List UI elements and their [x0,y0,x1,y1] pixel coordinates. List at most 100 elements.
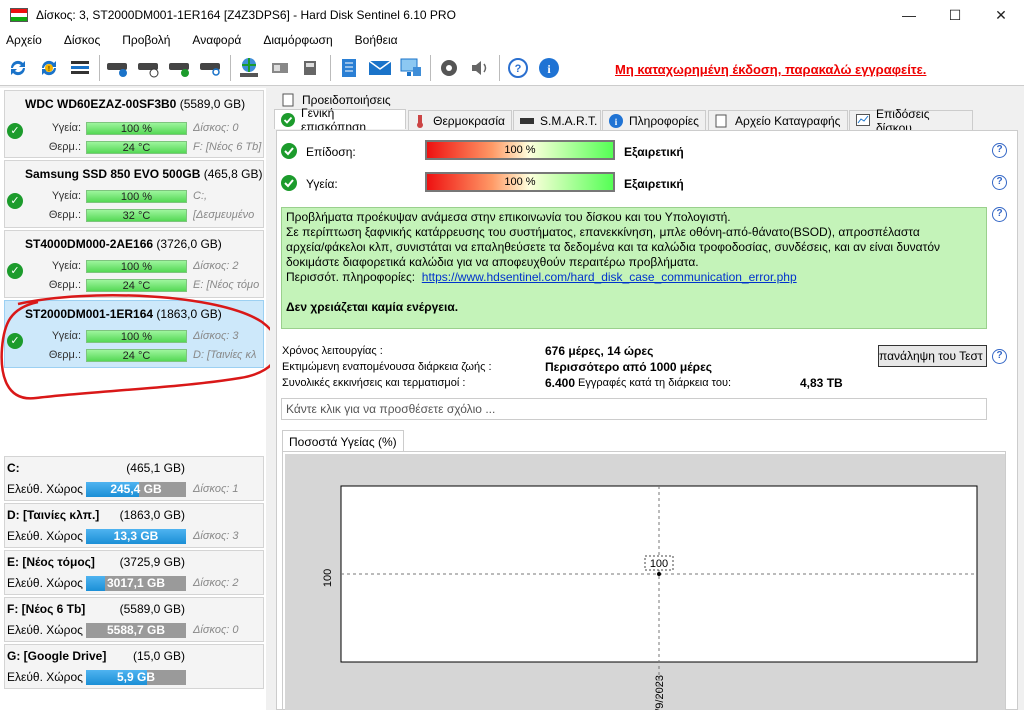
help-icon[interactable]: ? [992,207,1007,222]
menu-bar: Αρχείο Δίσκος Προβολή Αναφορά Διαμόρφωση… [0,30,1024,50]
retest-button[interactable]: Επανάληψη του Τεστ [878,345,987,367]
uptime-value: 676 μέρες, 14 ώρες [545,344,654,358]
toolbar-separator [499,54,500,81]
report-icon[interactable] [335,54,362,82]
temp-label: Θερμ.: [48,279,81,291]
tab-temperature[interactable]: Θερμοκρασία [408,110,512,130]
volume-item-2[interactable]: E: [Νέος τόμος] (3725,9 GB) Ελεύθ. Χώρος… [4,550,264,595]
disk-item-2[interactable]: ST4000DM000-2AE166 (3726,0 GB) ✓ Υγεία: … [4,230,264,298]
tab-health-chart[interactable]: Ποσοστά Υγείας (%) [282,430,404,452]
help-icon[interactable]: ? [992,143,1007,158]
volume-capacity: (465,1 GB) [126,461,185,475]
health-rating: Εξαιρετική [624,177,684,191]
menu-disk[interactable]: Δίσκος [64,33,100,47]
page-icon [282,93,296,107]
health-bar: 100 % [86,260,187,273]
help-icon[interactable]: ? [504,54,531,82]
volume-capacity: (15,0 GB) [132,649,185,663]
help-icon[interactable]: ? [992,175,1007,190]
performance-rating: Εξαιρετική [624,145,684,159]
disk-item-0[interactable]: WDC WD60EZAZ-00SF3B0 (5589,0 GB) ✓ Υγεία… [4,90,264,158]
disk-test-icon[interactable] [104,54,131,82]
menu-report[interactable]: Αναφορά [192,33,241,47]
info-icon[interactable]: i [535,54,562,82]
free-space-label: Ελεύθ. Χώρος [7,529,83,543]
performance-bar: 100 % [425,140,615,160]
health-label: Υγεία: [51,190,81,202]
written-label: Εγγραφές κατά τη διάρκεια του: [578,377,732,389]
disk-name: ST4000DM000-2AE166 (3726,0 GB) [25,237,222,251]
message-line: Προβλήματα προέκυψαν ανάμεσα στην επικοι… [286,210,731,224]
check-ok-icon [281,112,295,127]
window-title: Δίσκος: 3, ST2000DM001-1ER164 [Z4Z3DPS6]… [36,8,456,22]
comment-input[interactable]: Κάντε κλικ για να προσθέσετε σχόλιο ... [281,398,987,420]
minimize-button[interactable]: — [886,0,932,30]
menu-configuration[interactable]: Διαμόρφωση [263,33,332,47]
sound-icon[interactable] [466,54,493,82]
close-button[interactable]: ✕ [978,0,1024,30]
tab-overview[interactable]: Γενική επισκόπηση [274,106,406,134]
drive-letter: F: [Νέος 6 Tb] [193,141,262,153]
disk-number: C:, [193,190,208,202]
disk-usb-icon[interactable] [297,54,324,82]
network-icon[interactable] [235,54,262,82]
title-bar: Δίσκος: 3, ST2000DM001-1ER164 [Z4Z3DPS6]… [0,0,1024,30]
toolbar-separator [99,54,100,81]
disk-sync-icon[interactable] [266,54,293,82]
refresh-icon[interactable] [4,54,31,82]
temp-label: Θερμ.: [48,209,81,221]
svg-text:?: ? [514,63,521,75]
status-message-box: Προβλήματα προέκυψαν ανάμεσα στην επικοι… [281,207,987,329]
health-label: Υγεία: [51,122,81,134]
volume-disk: Δίσκος: 0 [193,624,239,636]
menu-view[interactable]: Προβολή [122,33,170,47]
tab-information[interactable]: i Πληροφορίες [602,110,706,130]
drive-letter: [Δεσμευμένο [193,209,255,221]
lifetime-value: Περισσότερο από 1000 μέρες [545,360,713,374]
health-bar: 100 % [86,190,187,203]
health-chart: 100 30/9/2023 100 [285,454,1005,710]
menu-help[interactable]: Βοήθεια [355,33,398,47]
health-label: Υγεία: [306,177,338,191]
email-icon[interactable] [366,54,393,82]
more-info-link[interactable]: https://www.hdsentinel.com/hard_disk_cas… [422,270,797,284]
volume-item-1[interactable]: D: [Ταινίες κλπ.] (1863,0 GB) Ελεύθ. Χώρ… [4,503,264,548]
tab-log[interactable]: Αρχείο Καταγραφής [708,110,848,130]
free-space-bar: 5,9 GB [86,670,186,685]
tab-smart[interactable]: S.M.A.R.T. [513,110,601,130]
uptime-label: Χρόνος λειτουργίας : [282,345,383,357]
message-line: Σε περίπτωση ξαφνικής κατάρρευσης του συ… [286,225,920,239]
health-bar: 100 % [425,172,615,192]
menu-file[interactable]: Αρχείο [6,33,42,47]
disk-item-1[interactable]: Samsung SSD 850 EVO 500GB (465,8 GB) ✓ Υ… [4,160,264,228]
disk-name: Samsung SSD 850 EVO 500GB (465,8 GB) [25,167,263,181]
volume-item-3[interactable]: F: [Νέος 6 Tb] (5589,0 GB) Ελεύθ. Χώρος … [4,597,264,642]
registration-notice-link[interactable]: Μη καταχωρημένη έκδοση, παρακαλώ εγγραφε… [615,62,926,77]
volume-item-4[interactable]: G: [Google Drive] (15,0 GB) Ελεύθ. Χώρος… [4,644,264,689]
disk-list-panel: WDC WD60EZAZ-00SF3B0 (5589,0 GB) ✓ Υγεία… [0,88,280,710]
disk-list-icon[interactable] [66,54,93,82]
help-icon[interactable]: ? [992,349,1007,364]
disk-search-icon[interactable] [197,54,224,82]
health-label: Υγεία: [51,260,81,272]
starts-value: 6.400 [545,376,576,390]
chart-icon [856,113,870,128]
check-ok-icon [281,175,297,191]
disk-number: Δίσκος: 2 [193,260,239,272]
volume-item-0[interactable]: C: (465,1 GB) Ελεύθ. Χώρος 245,4 GB Δίσκ… [4,456,264,501]
disk-ok-icon[interactable] [166,54,193,82]
settings-icon[interactable] [435,54,462,82]
disk-time-icon[interactable] [135,54,162,82]
temp-bar: 24 °C [86,279,187,292]
maximize-button[interactable]: ☐ [932,0,978,30]
volume-capacity: (5589,0 GB) [119,602,185,616]
free-space-bar: 13,3 GB [86,529,186,544]
network-report-icon[interactable] [397,54,424,82]
volume-name: G: [Google Drive] [7,649,107,663]
toolbar-separator [430,54,431,81]
message-line: δοκιμάστε διαφορετικά καλώδια για να απο… [286,255,699,269]
tab-performance[interactable]: Επιδόσεις δίσκου [849,107,973,135]
svg-text:!: ! [48,66,50,73]
y-tick-label: 100 [322,569,334,587]
refresh-warning-icon[interactable]: ! [35,54,62,82]
